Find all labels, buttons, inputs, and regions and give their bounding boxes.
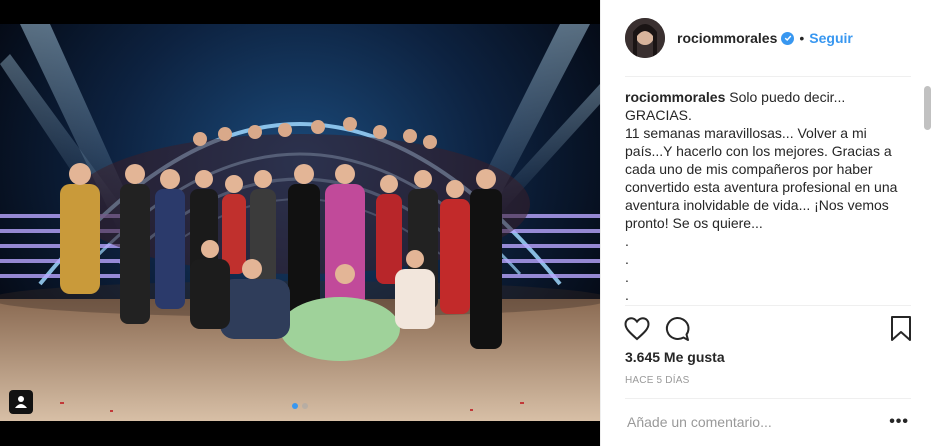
carousel-dot <box>302 403 308 409</box>
save-button[interactable] <box>889 315 913 348</box>
avatar-image <box>625 18 665 58</box>
follow-button[interactable]: Seguir <box>809 30 853 46</box>
divider <box>625 76 911 77</box>
post-timestamp[interactable]: HACE 5 DÍAS <box>625 375 689 386</box>
post-media <box>0 0 600 446</box>
carousel-dot-active <box>292 403 298 409</box>
post-header: rociommorales • Seguir <box>625 17 911 59</box>
caption-text: Solo puedo decir... GRACIAS. 11 semanas … <box>625 89 898 302</box>
stage-illustration <box>0 24 600 421</box>
separator: • <box>799 30 805 46</box>
post-photo[interactable] <box>0 24 600 421</box>
avatar[interactable] <box>625 18 665 58</box>
more-options-button[interactable]: ••• <box>889 413 909 431</box>
bookmark-icon <box>891 316 911 341</box>
comment-input[interactable] <box>625 413 869 431</box>
user-tag-button[interactable] <box>9 390 33 414</box>
heart-icon <box>624 317 650 341</box>
comment-button[interactable] <box>663 315 691 348</box>
like-button[interactable] <box>623 315 651 348</box>
post-caption: rociommorales Solo puedo decir... GRACIA… <box>625 88 905 302</box>
carousel-indicator <box>292 403 308 409</box>
post-side-panel: rociommorales • Seguir rociommorales Sol… <box>600 0 935 446</box>
divider <box>625 398 911 399</box>
user-tag-icon <box>15 396 27 408</box>
caption-username[interactable]: rociommorales <box>625 89 725 105</box>
comment-bubble-icon <box>665 316 690 341</box>
like-count[interactable]: 3.645 Me gusta <box>625 349 725 365</box>
divider <box>625 305 911 306</box>
verified-badge-icon <box>781 31 795 45</box>
caption-scrollbar[interactable] <box>924 86 931 130</box>
post-actions <box>623 315 913 343</box>
header-username[interactable]: rociommorales <box>677 30 777 46</box>
